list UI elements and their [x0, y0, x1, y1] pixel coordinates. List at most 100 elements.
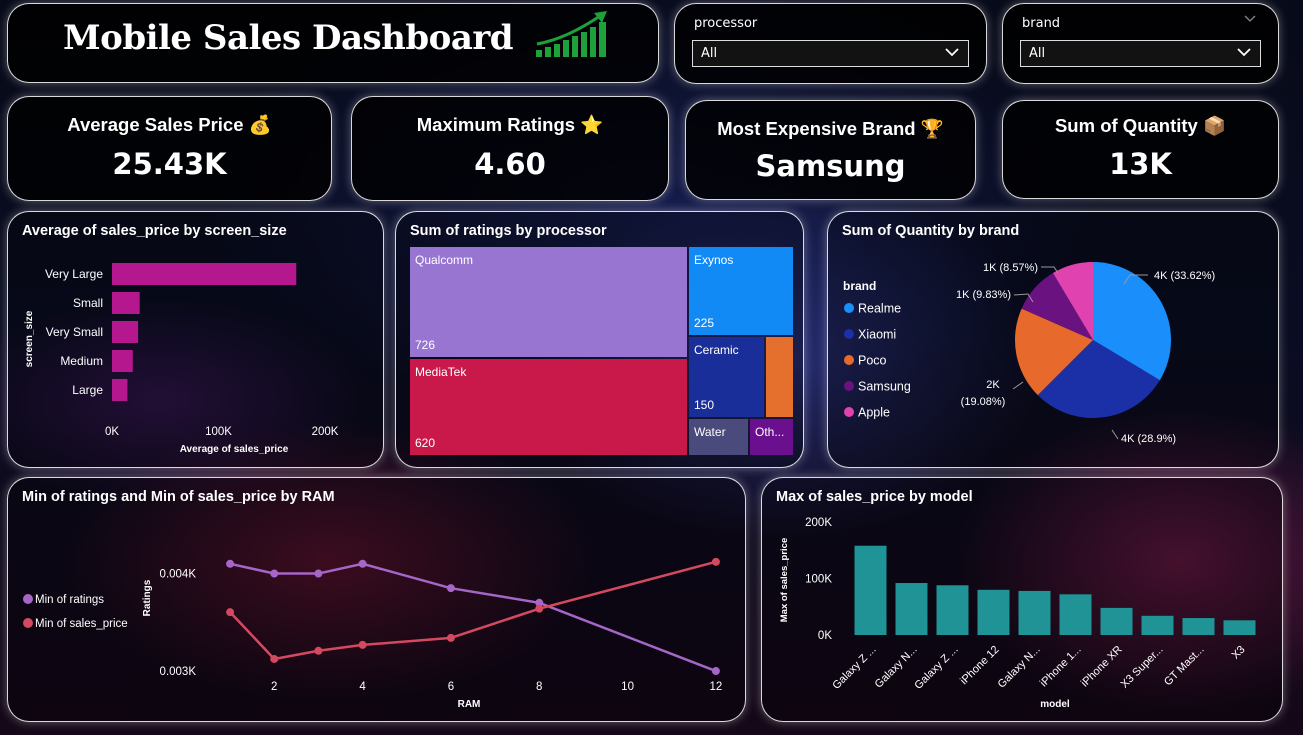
star-icon: ⭐	[580, 114, 604, 135]
data-label: 4K (28.9%)	[1121, 433, 1176, 445]
x-tick-label: X3	[1230, 644, 1248, 662]
x-tick-label: iPhone 12	[958, 644, 1002, 688]
brand-dropdown[interactable]: All	[1020, 40, 1261, 67]
brand-slicer: brand All	[1002, 3, 1279, 84]
treemap-cell[interactable]: Oth...	[750, 419, 793, 455]
data-point	[226, 559, 235, 568]
legend-marker	[844, 355, 854, 365]
treemap-cell[interactable]: Exynos 225	[689, 247, 793, 335]
y-axis-title: Max of sales_price	[779, 538, 790, 623]
screen-size-bar-chart[interactable]: Average of sales_price by screen_size Ve…	[7, 211, 384, 468]
y-tick-label: Small	[73, 296, 103, 310]
model-bar-chart[interactable]: Max of sales_price by model 0K 100K 200K Ma…	[761, 477, 1283, 722]
x-axis-title: Average of sales_price	[180, 444, 289, 455]
data-point	[270, 569, 279, 578]
x-tick-label: 6	[448, 681, 454, 693]
chevron-down-icon	[1237, 48, 1251, 57]
processor-slicer: processor All	[674, 3, 987, 84]
ram-line-chart[interactable]: Min of ratings and Min of sales_price by…	[7, 477, 746, 722]
y-axis-title: screen_size	[24, 310, 35, 367]
bar	[112, 379, 128, 401]
bar	[977, 589, 1010, 635]
y-tick-label: Large	[72, 383, 103, 397]
kpi-value: Samsung	[755, 149, 906, 183]
treemap-cell-value: 225	[694, 316, 715, 330]
kpi-value: 25.43K	[112, 147, 227, 181]
legend-label: Samsung	[858, 380, 911, 394]
bar	[854, 545, 887, 635]
kpi-card-most-expensive-brand: Most Expensive Brand 🏆 Samsung	[685, 100, 976, 200]
kpi-label: Average Sales Price 💰	[67, 114, 272, 135]
y-tick-label: Medium	[60, 354, 103, 368]
legend-label: Poco	[858, 354, 887, 368]
data-point	[446, 633, 455, 642]
bar	[1223, 620, 1256, 635]
bar	[1182, 618, 1215, 635]
x-tick-label: 0K	[105, 426, 119, 438]
legend-marker	[23, 618, 33, 628]
x-tick-label: 200K	[312, 426, 339, 438]
legend-label: Apple	[858, 406, 890, 420]
x-tick-label: 8	[536, 681, 542, 693]
data-label: 1K (9.83%)	[956, 289, 1011, 301]
chevron-down-icon[interactable]	[1244, 14, 1256, 24]
legend-title: brand	[843, 279, 876, 293]
growth-bars-icon	[536, 11, 607, 57]
treemap-area: Qualcomm 726 MediaTek 620 Exynos 225 Ceramic 15…	[410, 247, 793, 455]
y-axis-title: Ratings	[142, 579, 153, 616]
brand-pie-plot: brand Realme Xiaomi Poco Samsung Apple 4K (33.…	[843, 262, 1215, 445]
x-tick-label: 10	[621, 681, 634, 693]
processor-dropdown[interactable]: All	[692, 40, 969, 67]
x-tick-label: Galaxy N...	[996, 644, 1043, 691]
treemap-cell-label: MediaTek	[415, 365, 467, 379]
treemap-cell[interactable]: Water	[689, 419, 748, 455]
data-point	[711, 667, 720, 676]
brand-dropdown-value: All	[1029, 46, 1046, 61]
processor-treemap-chart[interactable]: Sum of ratings by processor Qualcomm 726 M…	[395, 211, 804, 468]
y-tick-label: 0K	[818, 630, 832, 642]
package-icon: 📦	[1202, 115, 1227, 136]
treemap-cell[interactable]: Ceramic 150	[689, 337, 764, 417]
legend-marker	[23, 594, 33, 604]
brand-pie-chart[interactable]: Sum of Quantity by brand brand Realme Xiao…	[827, 211, 1279, 468]
data-label: 1K (8.57%)	[983, 262, 1038, 274]
chevron-down-icon	[945, 48, 959, 57]
bar	[112, 350, 133, 372]
treemap-cell-label: Water	[694, 425, 726, 439]
data-point	[711, 557, 720, 566]
x-tick-label: 2	[271, 681, 277, 693]
data-point	[535, 604, 544, 613]
x-tick-label: 100K	[205, 426, 232, 438]
data-point	[358, 559, 367, 568]
legend-marker	[844, 303, 854, 313]
data-point	[446, 584, 455, 593]
legend-marker	[844, 329, 854, 339]
screen-size-bar-plot: Very Large Small Very Small Medium Large 0K 10…	[24, 263, 339, 455]
kpi-value: 13K	[1109, 147, 1172, 181]
treemap-cell[interactable]	[766, 337, 793, 417]
x-tick-label: iPhone 1...	[1038, 644, 1084, 690]
y-tick-label: 200K	[805, 517, 832, 529]
x-axis-title: model	[1040, 699, 1070, 710]
legend-marker	[844, 381, 854, 391]
bar	[1141, 615, 1174, 635]
data-point	[270, 654, 279, 663]
x-tick-label: Galaxy Z ...	[830, 644, 878, 692]
kpi-card-maximum-ratings: Maximum Ratings ⭐ 4.60	[351, 96, 669, 201]
model-bar-plot: 0K 100K 200K Max of sales_price Galaxy Z ...…	[779, 517, 1256, 710]
y-tick-label: 100K	[805, 574, 832, 586]
data-label: (19.08%)	[961, 396, 1006, 408]
x-tick-label: GT Mast...	[1162, 644, 1207, 689]
legend-label: Min of sales_price	[35, 618, 128, 630]
data-point	[358, 640, 367, 649]
legend-label: Min of ratings	[35, 594, 104, 606]
x-tick-label: Galaxy Z ...	[912, 644, 960, 692]
treemap-cell[interactable]: Qualcomm 726	[410, 247, 687, 357]
x-axis-title: RAM	[458, 699, 481, 710]
x-tick-label: X3 Super...	[1119, 644, 1166, 691]
bar	[112, 321, 139, 343]
y-tick-label: Very Small	[46, 325, 103, 339]
legend-label: Xiaomi	[858, 328, 896, 342]
treemap-cell[interactable]: MediaTek 620	[410, 359, 687, 455]
treemap-cell-value: 620	[415, 436, 436, 450]
